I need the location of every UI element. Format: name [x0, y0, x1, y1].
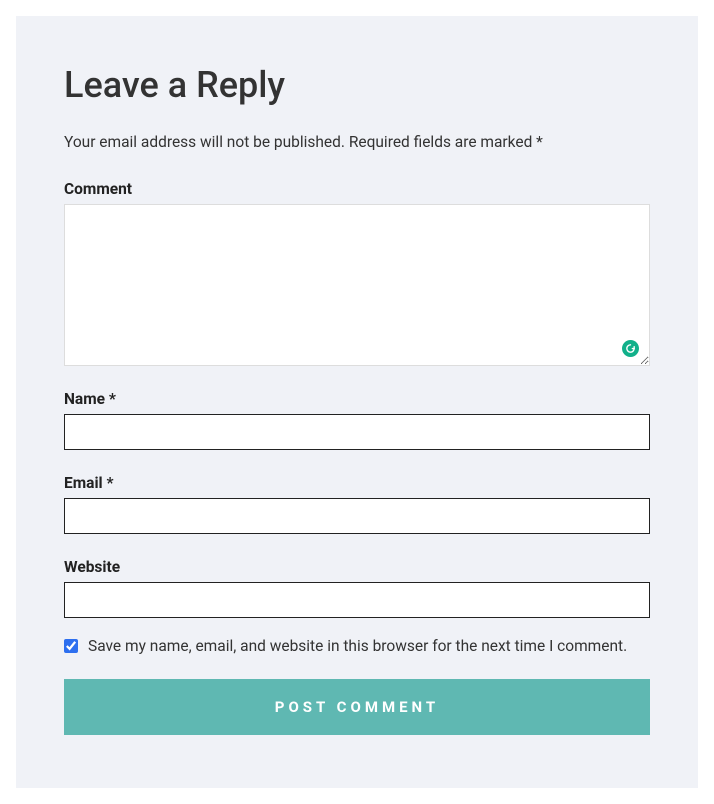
form-note: Your email address will not be published… — [64, 132, 650, 154]
name-input[interactable] — [64, 414, 650, 450]
email-field-group: Email * — [64, 474, 650, 534]
comment-form-panel: Leave a Reply Your email address will no… — [16, 16, 698, 788]
post-comment-button[interactable]: Post Comment — [64, 679, 650, 735]
website-field-group: Website — [64, 558, 650, 618]
comment-label: Comment — [64, 180, 650, 198]
email-input[interactable] — [64, 498, 650, 534]
comment-field-group: Comment — [64, 180, 650, 366]
comment-textarea[interactable] — [65, 205, 649, 365]
email-label: Email * — [64, 474, 650, 492]
comment-textarea-wrap — [64, 204, 650, 366]
website-input[interactable] — [64, 582, 650, 618]
form-title: Leave a Reply — [64, 64, 650, 106]
consent-checkbox[interactable] — [64, 639, 78, 653]
website-label: Website — [64, 558, 650, 576]
consent-label: Save my name, email, and website in this… — [88, 636, 627, 658]
consent-row: Save my name, email, and website in this… — [64, 636, 650, 658]
name-label: Name * — [64, 390, 650, 408]
name-field-group: Name * — [64, 390, 650, 450]
